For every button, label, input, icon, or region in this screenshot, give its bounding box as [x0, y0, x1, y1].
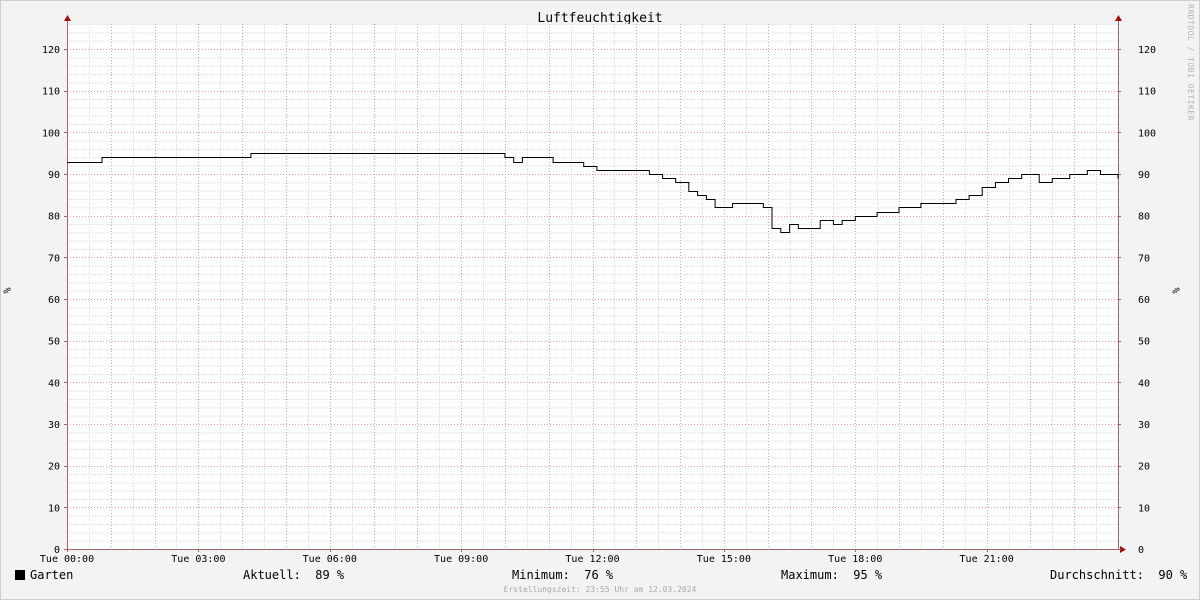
y-tick-label-right: 50 [1138, 337, 1150, 348]
y-tick-label-left: 100 [42, 128, 60, 139]
y-tick-label-right: 80 [1138, 212, 1150, 223]
x-tick-label: Tue 09:00 [434, 554, 488, 565]
creation-time: Erstellungszeit: 23:55 Uhr am 12.03.2024 [503, 585, 697, 594]
y-axis-arrow-left [64, 15, 71, 21]
legend-series-name: Garten [30, 568, 74, 582]
y-tick-label-left: 90 [48, 170, 60, 181]
legend-maximum: Maximum: 95 % [781, 568, 883, 582]
y-tick-label-right: 60 [1138, 295, 1150, 306]
legend-swatch [15, 570, 25, 580]
y-tick-label-left: 120 [42, 45, 60, 56]
legend-current: Aktuell: 89 % [243, 568, 345, 582]
y-axis-arrow-right [1115, 15, 1122, 21]
y-tick-label-left: 20 [48, 462, 60, 473]
y-tick-label-right: 100 [1138, 128, 1156, 139]
y-tick-label-right: 0 [1138, 545, 1144, 556]
y-tick-label-left: 70 [48, 253, 60, 264]
y-tick-label-left: 60 [48, 295, 60, 306]
legend-minimum: Minimum: 76 % [512, 568, 614, 582]
y-tick-label-left: 40 [48, 378, 60, 389]
y-tick-label-right: 120 [1138, 45, 1156, 56]
x-tick-label: Tue 21:00 [960, 554, 1014, 565]
x-tick-label: Tue 15:00 [697, 554, 751, 565]
plot-area [67, 24, 1118, 549]
y-tick-label-left: 10 [48, 503, 60, 514]
y-tick-label-left: 30 [48, 420, 60, 431]
y-tick-label-right: 30 [1138, 420, 1150, 431]
y-tick-label-right: 20 [1138, 462, 1150, 473]
y-tick-label-right: 70 [1138, 253, 1150, 264]
y-tick-label-right: 40 [1138, 378, 1150, 389]
legend-average: Durchschnitt: 90 % [1050, 568, 1188, 582]
y-tick-label-left: 110 [42, 87, 60, 98]
y-tick-label-right: 110 [1138, 87, 1156, 98]
y-tick-label-right: 10 [1138, 503, 1150, 514]
y-tick-label-left: 50 [48, 337, 60, 348]
humidity-chart: 0 010 1020 2030 3040 4050 5060 6070 7080 8090 9010… [40, 15, 1156, 565]
legend-series: Garten [15, 568, 73, 582]
x-tick-label: Tue 18:00 [828, 554, 882, 565]
x-tick-label: Tue 00:00 [40, 554, 94, 565]
y-tick-label-left: 80 [48, 212, 60, 223]
x-tick-label: Tue 12:00 [565, 554, 619, 565]
y-tick-label-right: 90 [1138, 170, 1150, 181]
x-tick-label: Tue 06:00 [303, 554, 357, 565]
x-tick-label: Tue 03:00 [171, 554, 225, 565]
